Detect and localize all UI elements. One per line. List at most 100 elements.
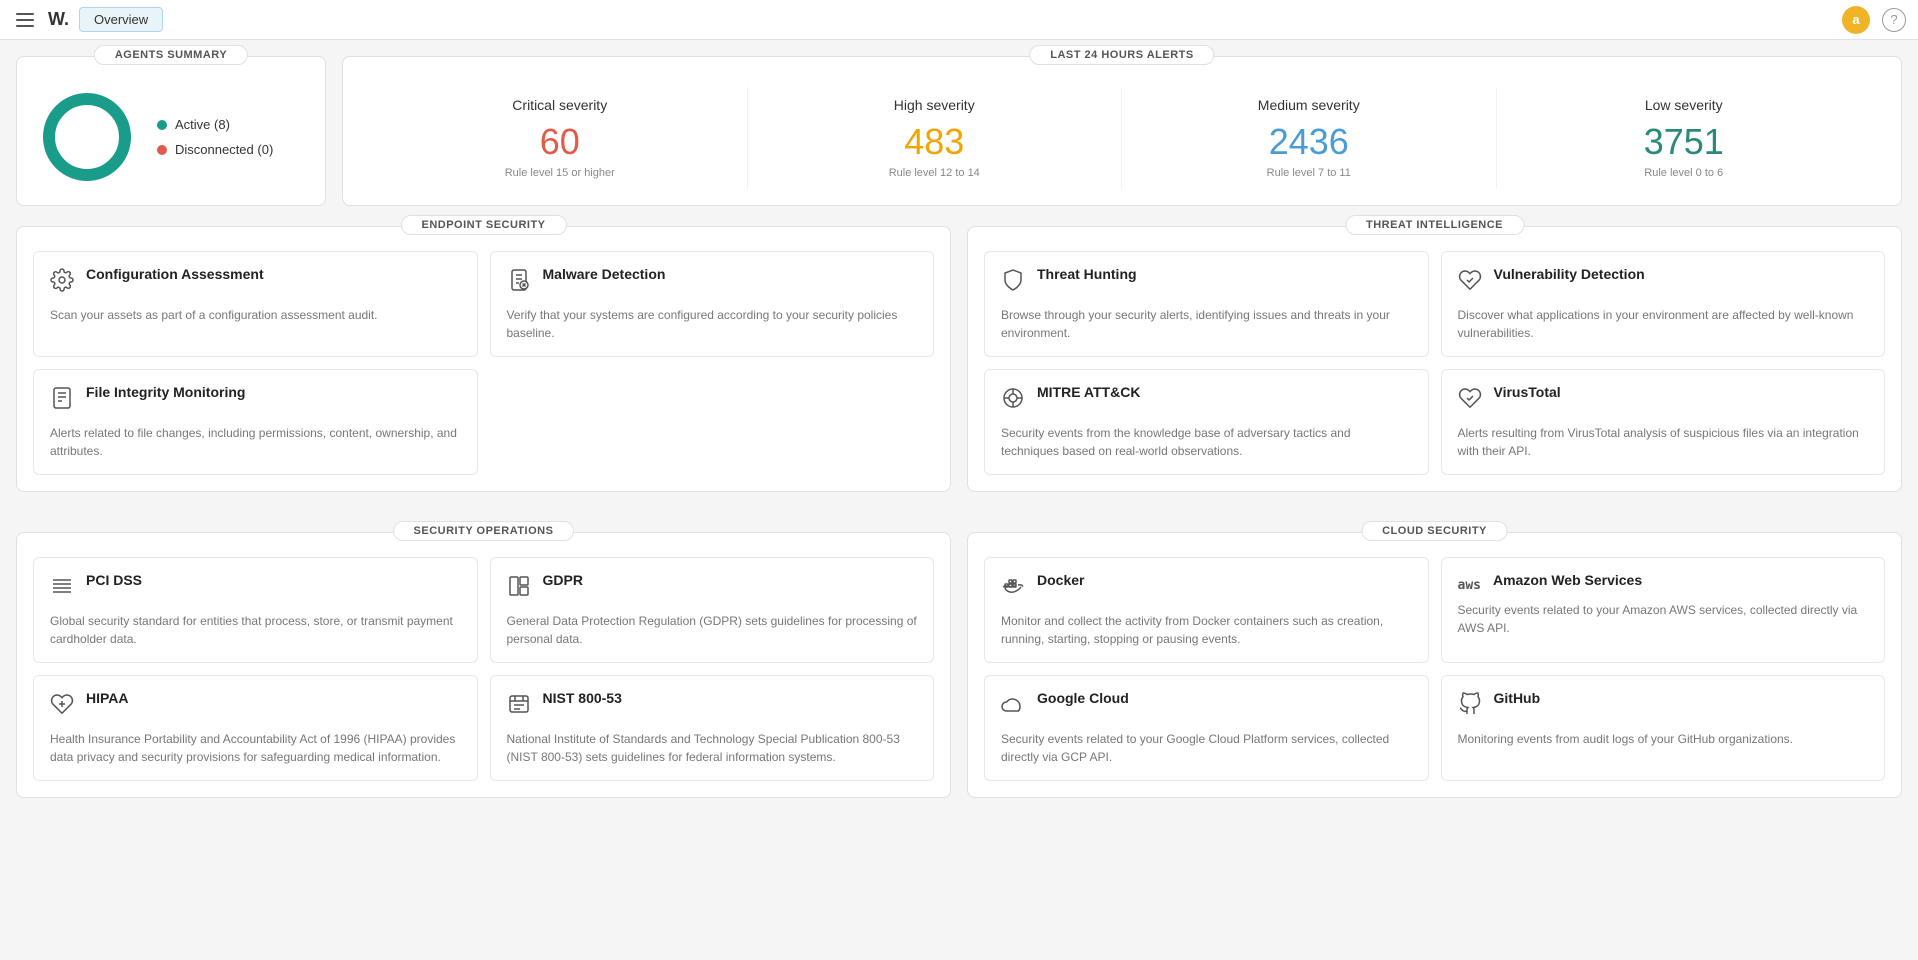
topbar-right: a ?: [1842, 6, 1906, 34]
docker-card[interactable]: Docker Monitor and collect the activity …: [984, 557, 1429, 663]
medium-number: 2436: [1142, 121, 1476, 163]
gdpr-card[interactable]: GDPR General Data Protection Regulation …: [490, 557, 935, 663]
topbar: W. Overview a ?: [0, 0, 1918, 40]
malware-detection-card[interactable]: Malware Detection Verify that your syste…: [490, 251, 935, 357]
cloud-security-cards: Docker Monitor and collect the activity …: [968, 533, 1901, 797]
virustotal-title: VirusTotal: [1494, 384, 1561, 400]
nist-desc: National Institute of Standards and Tech…: [507, 730, 918, 766]
alert-low[interactable]: Low severity 3751 Rule level 0 to 6: [1497, 87, 1872, 189]
threat-hunting-card[interactable]: Threat Hunting Browse through your secur…: [984, 251, 1429, 357]
pci-icon: [50, 574, 74, 604]
mitre-attck-title: MITRE ATT&CK: [1037, 384, 1140, 400]
aws-desc: Security events related to your Amazon A…: [1458, 601, 1869, 637]
active-dot: [157, 120, 167, 130]
card-header: Threat Hunting: [1001, 266, 1412, 298]
critical-rule: Rule level 15 or higher: [393, 167, 727, 179]
config-assessment-card[interactable]: Configuration Assessment Scan your asset…: [33, 251, 478, 357]
middle-row: ENDPOINT SECURITY Configuration Assessme…: [16, 226, 1902, 512]
vulnerability-detection-desc: Discover what applications in your envir…: [1458, 306, 1869, 342]
config-assessment-title: Configuration Assessment: [86, 266, 264, 282]
card-header: PCI DSS: [50, 572, 461, 604]
help-icon[interactable]: ?: [1882, 8, 1906, 32]
low-label: Low severity: [1517, 97, 1852, 113]
aws-icon: aws: [1458, 574, 1481, 593]
malware-detection-title: Malware Detection: [543, 266, 666, 282]
card-header: Google Cloud: [1001, 690, 1412, 722]
gdpr-desc: General Data Protection Regulation (GDPR…: [507, 612, 918, 648]
nist-icon: [507, 692, 531, 722]
disconnected-dot: [157, 145, 167, 155]
security-operations-title: SECURITY OPERATIONS: [393, 521, 575, 541]
docker-desc: Monitor and collect the activity from Do…: [1001, 612, 1412, 648]
aws-title: Amazon Web Services: [1493, 572, 1642, 588]
card-header: GitHub: [1458, 690, 1869, 722]
gdpr-title: GDPR: [543, 572, 583, 588]
security-operations-section: SECURITY OPERATIONS PCI DSS Global secur…: [16, 532, 951, 798]
mitre-attck-card[interactable]: MITRE ATT&CK Security events from the kn…: [984, 369, 1429, 475]
pci-dss-card[interactable]: PCI DSS Global security standard for ent…: [33, 557, 478, 663]
alert-high[interactable]: High severity 483 Rule level 12 to 14: [748, 87, 1123, 189]
top-row: AGENTS SUMMARY Active (8) Disconnected (…: [16, 56, 1902, 206]
agents-legend: Active (8) Disconnected (0): [157, 117, 273, 157]
security-operations-cards: PCI DSS Global security standard for ent…: [17, 533, 950, 797]
card-header: Configuration Assessment: [50, 266, 461, 298]
malware-icon: [507, 268, 531, 298]
overview-tab[interactable]: Overview: [79, 7, 163, 32]
high-label: High severity: [768, 97, 1102, 113]
medium-label: Medium severity: [1142, 97, 1476, 113]
vulnerability-detection-card[interactable]: Vulnerability Detection Discover what ap…: [1441, 251, 1886, 357]
active-label: Active (8): [175, 117, 230, 132]
card-header: Vulnerability Detection: [1458, 266, 1869, 298]
github-icon: [1458, 692, 1482, 722]
google-cloud-desc: Security events related to your Google C…: [1001, 730, 1412, 766]
virustotal-icon: [1458, 386, 1482, 416]
github-card[interactable]: GitHub Monitoring events from audit logs…: [1441, 675, 1886, 781]
card-header: aws Amazon Web Services: [1458, 572, 1869, 593]
agents-summary-title: AGENTS SUMMARY: [94, 45, 248, 65]
google-cloud-card[interactable]: Google Cloud Security events related to …: [984, 675, 1429, 781]
file-integrity-card[interactable]: File Integrity Monitoring Alerts related…: [33, 369, 478, 475]
alert-critical[interactable]: Critical severity 60 Rule level 15 or hi…: [373, 87, 748, 189]
threat-hunting-title: Threat Hunting: [1037, 266, 1137, 282]
aws-card[interactable]: aws Amazon Web Services Security events …: [1441, 557, 1886, 663]
mitre-icon: [1001, 386, 1025, 416]
agents-content: Active (8) Disconnected (0): [37, 87, 305, 187]
gdpr-icon: [507, 574, 531, 604]
pci-dss-desc: Global security standard for entities th…: [50, 612, 461, 648]
file-integrity-desc: Alerts related to file changes, includin…: [50, 424, 461, 460]
card-header: Malware Detection: [507, 266, 918, 298]
alerts-section: LAST 24 HOURS ALERTS Critical severity 6…: [342, 56, 1902, 206]
cloud-security-section: CLOUD SECURITY: [967, 532, 1902, 798]
threat-intelligence-title: THREAT INTELLIGENCE: [1345, 215, 1524, 235]
critical-label: Critical severity: [393, 97, 727, 113]
heart-icon: [1458, 268, 1482, 298]
bottom-row: SECURITY OPERATIONS PCI DSS Global secur…: [16, 532, 1902, 818]
endpoint-security-cards: Configuration Assessment Scan your asset…: [17, 227, 950, 491]
low-rule: Rule level 0 to 6: [1517, 167, 1852, 179]
nist-title: NIST 800-53: [543, 690, 622, 706]
threat-hunting-desc: Browse through your security alerts, ide…: [1001, 306, 1412, 342]
user-avatar[interactable]: a: [1842, 6, 1870, 34]
docker-title: Docker: [1037, 572, 1084, 588]
alerts-grid: Critical severity 60 Rule level 15 or hi…: [373, 87, 1871, 189]
file-icon: [50, 386, 74, 416]
main-content: AGENTS SUMMARY Active (8) Disconnected (…: [0, 40, 1918, 854]
card-header: NIST 800-53: [507, 690, 918, 722]
topbar-left: W. Overview: [12, 7, 163, 32]
alert-medium[interactable]: Medium severity 2436 Rule level 7 to 11: [1122, 87, 1497, 189]
agents-summary-section: AGENTS SUMMARY Active (8) Disconnected (…: [16, 56, 326, 206]
endpoint-security-section: ENDPOINT SECURITY Configuration Assessme…: [16, 226, 951, 492]
hamburger-menu[interactable]: [12, 9, 38, 31]
malware-detection-desc: Verify that your systems are configured …: [507, 306, 918, 342]
disconnected-label: Disconnected (0): [175, 142, 273, 157]
hipaa-card[interactable]: HIPAA Health Insurance Portability and A…: [33, 675, 478, 781]
nist-card[interactable]: NIST 800-53 National Institute of Standa…: [490, 675, 935, 781]
vulnerability-detection-title: Vulnerability Detection: [1494, 266, 1645, 282]
hipaa-icon: [50, 692, 74, 722]
high-rule: Rule level 12 to 14: [768, 167, 1102, 179]
hipaa-desc: Health Insurance Portability and Account…: [50, 730, 461, 766]
virustotal-card[interactable]: VirusTotal Alerts resulting from VirusTo…: [1441, 369, 1886, 475]
critical-number: 60: [393, 121, 727, 163]
app-logo: W.: [48, 9, 69, 30]
github-title: GitHub: [1494, 690, 1541, 706]
